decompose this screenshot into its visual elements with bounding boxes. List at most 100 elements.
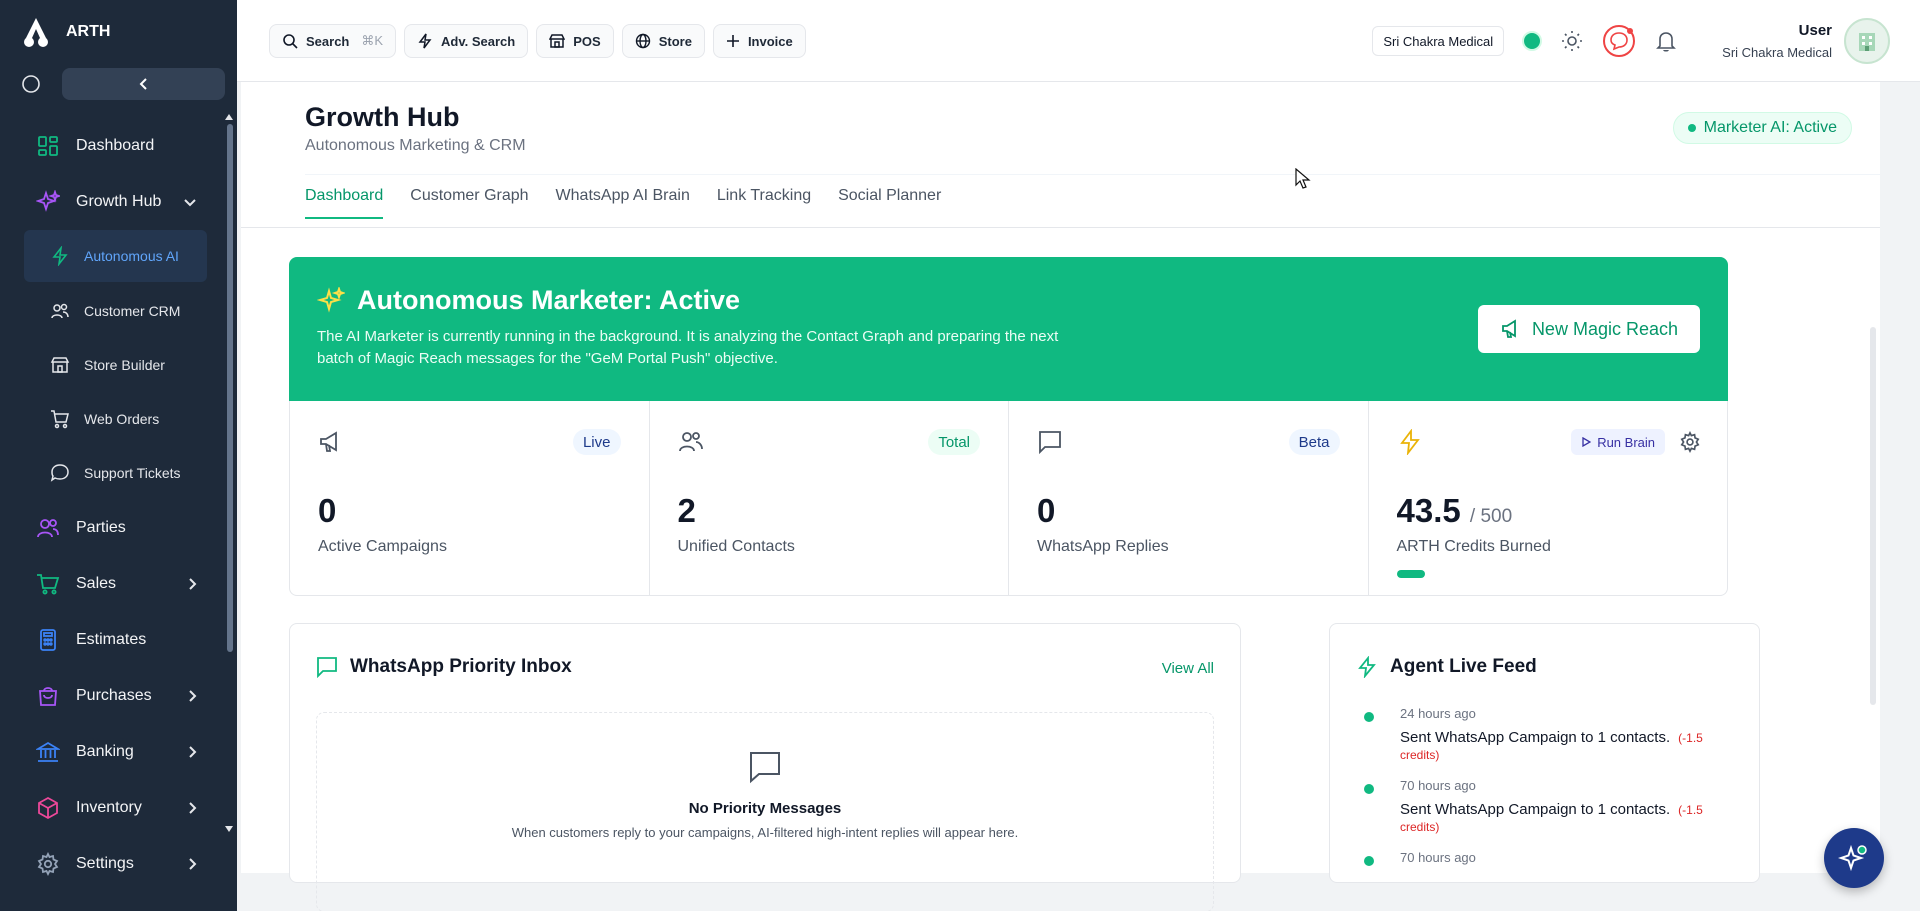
feed-time: 24 hours ago	[1400, 706, 1476, 721]
sidebar-item-label: Sales	[76, 575, 117, 592]
brand-name: ARTH	[66, 23, 111, 40]
sidebar-item-sales[interactable]: Sales	[24, 556, 207, 612]
sidebar-subitem-web-orders[interactable]: Web Orders	[24, 392, 207, 446]
users-icon	[37, 519, 59, 538]
sidebar-subitem-customer-crm[interactable]: Customer CRM	[24, 284, 207, 338]
building-avatar-icon	[1859, 33, 1875, 51]
tab-whatsapp-ai-brain[interactable]: WhatsApp AI Brain	[556, 187, 690, 219]
hero-description: The AI Marketer is currently running in …	[317, 328, 1059, 367]
user-name: User	[1798, 22, 1832, 39]
sidebar-subitem-label: Web Orders	[84, 411, 160, 427]
feed-text: Sent WhatsApp Campaign to 1 contacts.	[1400, 801, 1671, 818]
bank-icon	[36, 741, 60, 762]
sidebar-item-growth-hub[interactable]: Growth Hub	[24, 174, 207, 230]
sidebar-item-label: Banking	[76, 743, 134, 760]
megaphone-icon	[320, 431, 337, 452]
search-shortcut: ⌘K	[361, 33, 384, 48]
sidebar-subitem-support-tickets[interactable]: Support Tickets	[24, 446, 207, 500]
tab-customer-graph[interactable]: Customer Graph	[410, 187, 528, 219]
invoice-button[interactable]: Invoice	[712, 24, 806, 58]
feed-title: Agent Live Feed	[1390, 656, 1537, 677]
stat-unified-contacts: Total 2 Unified Contacts	[650, 401, 1009, 595]
content-scrollbar[interactable]	[1870, 327, 1876, 705]
search-button[interactable]: Search ⌘K	[269, 24, 397, 58]
collapse-sidebar-button[interactable]	[62, 68, 225, 100]
new-magic-reach-button[interactable]: New Magic Reach	[1477, 305, 1700, 353]
feed-text: Sent WhatsApp Campaign to 1 contacts.	[1400, 729, 1671, 746]
stat-value: 43.5 / 500	[1397, 492, 1700, 530]
credits-value: 43.5	[1396, 492, 1461, 529]
gear-icon[interactable]	[1679, 431, 1701, 453]
chat-notification-icon[interactable]	[1602, 24, 1636, 58]
run-brain-label: Run Brain	[1597, 434, 1655, 450]
bag-icon	[39, 687, 57, 706]
sidebar-scroll-up[interactable]	[225, 114, 233, 120]
sidebar-scrollbar[interactable]	[227, 124, 233, 652]
invoice-label: Invoice	[747, 33, 793, 49]
sun-icon[interactable]	[1560, 29, 1584, 53]
chevron-right-icon	[189, 746, 197, 758]
theme-toggle-button[interactable]	[12, 68, 50, 100]
sidebar-item-estimates[interactable]: Estimates	[24, 612, 207, 668]
feed-list: 24 hours ago Sent WhatsApp Campaign to 1…	[1360, 706, 1733, 911]
brand[interactable]: ARTH	[20, 16, 110, 48]
sidebar-item-label: Growth Hub	[76, 193, 162, 210]
sidebar-item-purchases[interactable]: Purchases	[24, 668, 207, 724]
ai-assistant-button[interactable]	[1824, 828, 1884, 888]
new-magic-reach-label: New Magic Reach	[1531, 318, 1678, 339]
stat-label: WhatsApp Replies	[1037, 538, 1169, 555]
sidebar-item-settings[interactable]: Settings	[24, 836, 207, 892]
chevron-right-icon	[189, 858, 197, 870]
tabs-divider	[241, 227, 1880, 228]
bolt-icon	[1358, 656, 1376, 678]
stat-value: 2	[677, 492, 696, 529]
arth-logo-icon	[24, 18, 48, 47]
empty-description: When customers reply to your campaigns, …	[511, 825, 1019, 840]
stats-row: Live 0 Active Campaigns Total 2 Unified …	[289, 401, 1728, 596]
user-menu[interactable]: User Sri Chakra Medical	[1722, 22, 1832, 60]
stat-whatsapp-replies: Beta 0 WhatsApp Replies	[1009, 401, 1369, 595]
main-area: Growth Hub Autonomous Marketing & CRM Ma…	[237, 82, 1920, 911]
sidebar-subitem-store-builder[interactable]: Store Builder	[24, 338, 207, 392]
tab-dashboard[interactable]: Dashboard	[305, 187, 384, 219]
online-status-indicator[interactable]	[1522, 31, 1543, 51]
feed-dot	[1364, 712, 1374, 722]
chat-icon	[50, 464, 69, 482]
adv-search-button[interactable]: Adv. Search	[404, 24, 529, 58]
tab-link-tracking[interactable]: Link Tracking	[717, 187, 811, 219]
megaphone-icon	[1502, 319, 1516, 338]
stat-label: ARTH Credits Burned	[1396, 538, 1551, 555]
store-selector[interactable]: Sri Chakra Medical	[1372, 26, 1505, 56]
list-item: 70 hours ago	[1360, 850, 1733, 911]
sidebar-item-parties[interactable]: Parties	[24, 500, 207, 556]
sidebar-item-label: Parties	[76, 519, 126, 536]
content-panel: Growth Hub Autonomous Marketing & CRM Ma…	[241, 82, 1880, 911]
message-square-icon	[1039, 431, 1061, 455]
store-icon	[50, 357, 70, 373]
chevron-right-icon	[189, 690, 197, 702]
view-all-link[interactable]: View All	[1162, 660, 1214, 677]
globe-icon	[635, 33, 650, 49]
sparkles-icon	[36, 190, 60, 212]
feed-dot	[1364, 856, 1374, 866]
bell-icon[interactable]	[1654, 29, 1678, 53]
sidebar-item-inventory[interactable]: Inventory	[24, 780, 207, 836]
feed-dot	[1364, 784, 1374, 794]
beta-badge: Beta	[1288, 429, 1340, 455]
tab-social-planner[interactable]: Social Planner	[838, 187, 941, 219]
avatar[interactable]	[1844, 18, 1890, 64]
user-store: Sri Chakra Medical	[1722, 45, 1832, 60]
feed-time: 70 hours ago	[1400, 778, 1476, 793]
sidebar-item-dashboard[interactable]: Dashboard	[24, 118, 207, 174]
sidebar-scroll-down[interactable]	[225, 826, 233, 832]
bolt-icon	[1399, 428, 1420, 457]
users-icon	[678, 432, 703, 452]
pos-button[interactable]: POS	[536, 24, 614, 58]
run-brain-button[interactable]: Run Brain	[1571, 429, 1665, 455]
store-icon	[549, 34, 566, 48]
sidebar-item-label: Estimates	[76, 631, 147, 648]
sidebar-item-label: Dashboard	[76, 137, 155, 154]
store-button[interactable]: Store	[621, 24, 705, 58]
sidebar-item-banking[interactable]: Banking	[24, 724, 207, 780]
sidebar-subitem-autonomous-ai[interactable]: Autonomous AI	[24, 230, 207, 282]
